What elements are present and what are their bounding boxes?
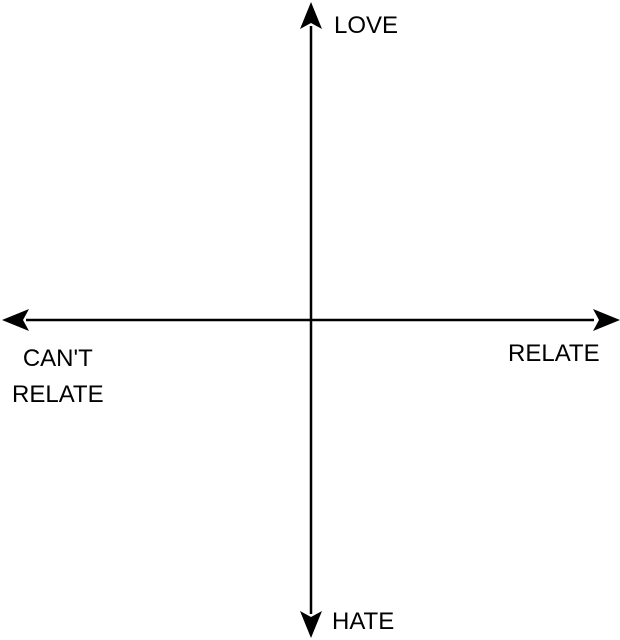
axis-label-right: RELATE (508, 340, 600, 367)
axis-label-left: CAN'T RELATE (12, 341, 104, 413)
axis-label-left-line2: RELATE (12, 381, 104, 408)
axis-label-bottom: HATE (332, 608, 395, 635)
arrow-right-icon (593, 309, 620, 331)
arrow-down-icon (300, 611, 322, 638)
axis-label-left-line1: CAN'T (22, 345, 93, 372)
arrow-up-icon (300, 2, 322, 29)
quadrant-diagram (2, 2, 620, 638)
arrow-left-icon (2, 309, 29, 331)
axis-label-top: LOVE (334, 12, 399, 39)
